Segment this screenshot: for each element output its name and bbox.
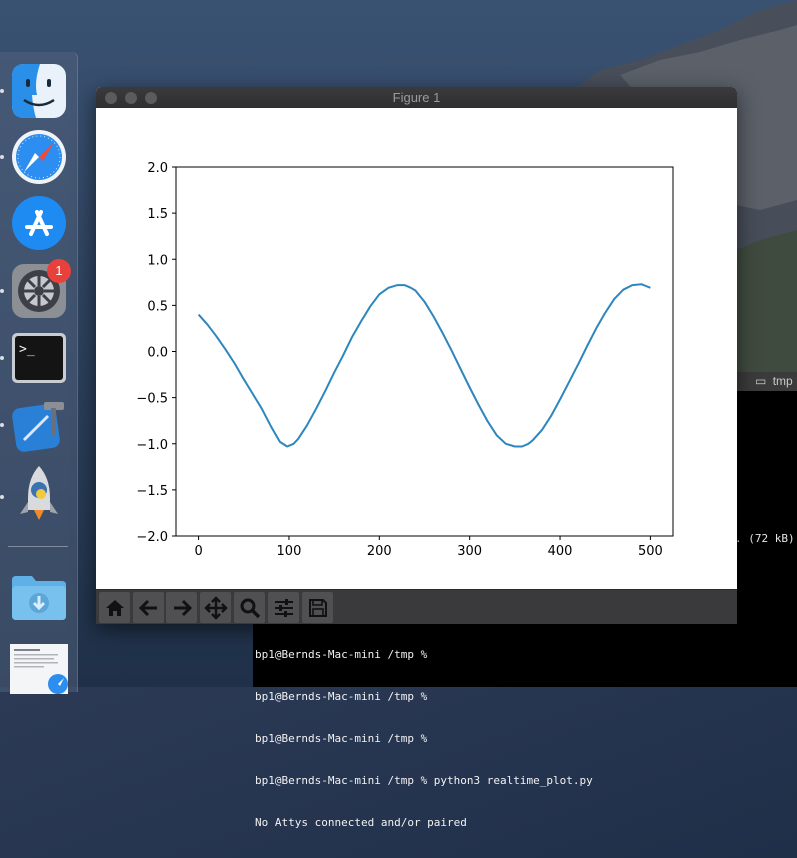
downloads-stack[interactable] — [10, 566, 68, 624]
terminal-app[interactable]: >_ — [10, 329, 68, 387]
downloads-folder-icon — [12, 576, 66, 620]
window-titlebar[interactable]: Figure 1 — [96, 87, 737, 109]
terminal-line: bp1@Bernds-Mac-mini /tmp % python3 realt… — [255, 774, 593, 787]
terminal-line: No Attys connected and/or paired — [255, 816, 467, 829]
xcode-icon — [12, 402, 64, 452]
y-tick-label: 1.0 — [147, 253, 168, 268]
y-tick-label: 0.0 — [147, 346, 168, 361]
finder-icon — [12, 64, 66, 118]
terminal-line: bp1@Bernds-Mac-mini /tmp % — [255, 732, 428, 745]
notification-badge: 1 — [47, 259, 71, 283]
plot-canvas[interactable]: 0 100 200 300 400 500 −2.0 −1.5 −1.0 −0.5 0.0 0.5 1.… — [96, 108, 737, 589]
svg-text:>_: >_ — [19, 342, 35, 357]
zoom-rect-button[interactable] — [234, 592, 265, 623]
y-tick-label: −0.5 — [136, 392, 168, 407]
home-button[interactable] — [99, 592, 130, 623]
window-title: Figure 1 — [392, 90, 441, 105]
pan-icon — [203, 595, 228, 620]
python-launcher-app[interactable] — [10, 464, 68, 522]
configure-subplots-icon — [274, 598, 293, 617]
save-button[interactable] — [302, 592, 333, 623]
x-tick-label: 400 — [548, 544, 573, 559]
terminal-output: bp1@Bernds-Mac-mini /tmp % bp1@Bernds-Ma… — [255, 620, 593, 858]
terminal-line: bp1@Bernds-Mac-mini /tmp % — [255, 690, 428, 703]
running-indicator — [0, 495, 4, 499]
forward-icon — [173, 599, 192, 616]
back-button[interactable] — [133, 592, 164, 623]
figure-window[interactable]: Figure 1 0 100 200 300 400 500 −2.0 −1.5 −1.0 −0.… — [96, 87, 737, 624]
safari-icon — [12, 130, 66, 184]
dock: 1 >_ — [0, 52, 78, 694]
terminal-tab[interactable]: ▭ tmp — [737, 372, 797, 391]
y-tick-label: −1.0 — [136, 438, 168, 453]
y-tick-label: 0.5 — [147, 299, 168, 314]
folder-icon: ▭ — [755, 374, 767, 388]
y-tick-label: −2.0 — [136, 530, 168, 545]
running-indicator — [0, 423, 4, 427]
save-icon — [308, 598, 327, 617]
x-tick-label: 0 — [194, 544, 202, 559]
zoom-icon — [240, 598, 260, 618]
app-store-app[interactable] — [10, 194, 68, 252]
x-tick-label: 500 — [638, 544, 663, 559]
terminal-icon: >_ — [12, 333, 66, 383]
running-indicator — [0, 89, 4, 93]
recent-document[interactable] — [10, 644, 68, 702]
x-tick-label: 100 — [277, 544, 302, 559]
y-tick-label: −1.5 — [136, 484, 168, 499]
python-launcher-icon — [20, 466, 58, 520]
running-indicator — [0, 356, 4, 360]
navigation-toolbar — [96, 589, 737, 624]
running-indicator — [0, 289, 4, 293]
back-icon — [138, 599, 157, 616]
configure-subplots-button[interactable] — [268, 592, 299, 623]
running-indicator — [0, 155, 4, 159]
y-tick-label: 1.5 — [147, 207, 168, 222]
terminal-tab-label: tmp — [772, 374, 793, 388]
xcode-app[interactable] — [10, 396, 68, 454]
line-chart: 0 100 200 300 400 500 −2.0 −1.5 −1.0 −0.5 0.0 0.5 1.… — [136, 161, 674, 559]
x-tick-label: 200 — [367, 544, 392, 559]
terminal-size-text: . (72 kB) — [735, 532, 795, 545]
x-tick-label: 300 — [457, 544, 482, 559]
safari-app[interactable] — [10, 128, 68, 186]
y-tick-label: 2.0 — [147, 161, 168, 176]
pan-button[interactable] — [200, 592, 231, 623]
terminal-line: bp1@Bernds-Mac-mini /tmp % — [255, 648, 428, 661]
dock-separator — [8, 546, 68, 547]
app-store-icon — [12, 196, 66, 250]
home-icon — [105, 599, 124, 616]
finder-app[interactable] — [10, 62, 68, 120]
forward-button[interactable] — [166, 592, 197, 623]
axes-frame — [175, 166, 674, 537]
